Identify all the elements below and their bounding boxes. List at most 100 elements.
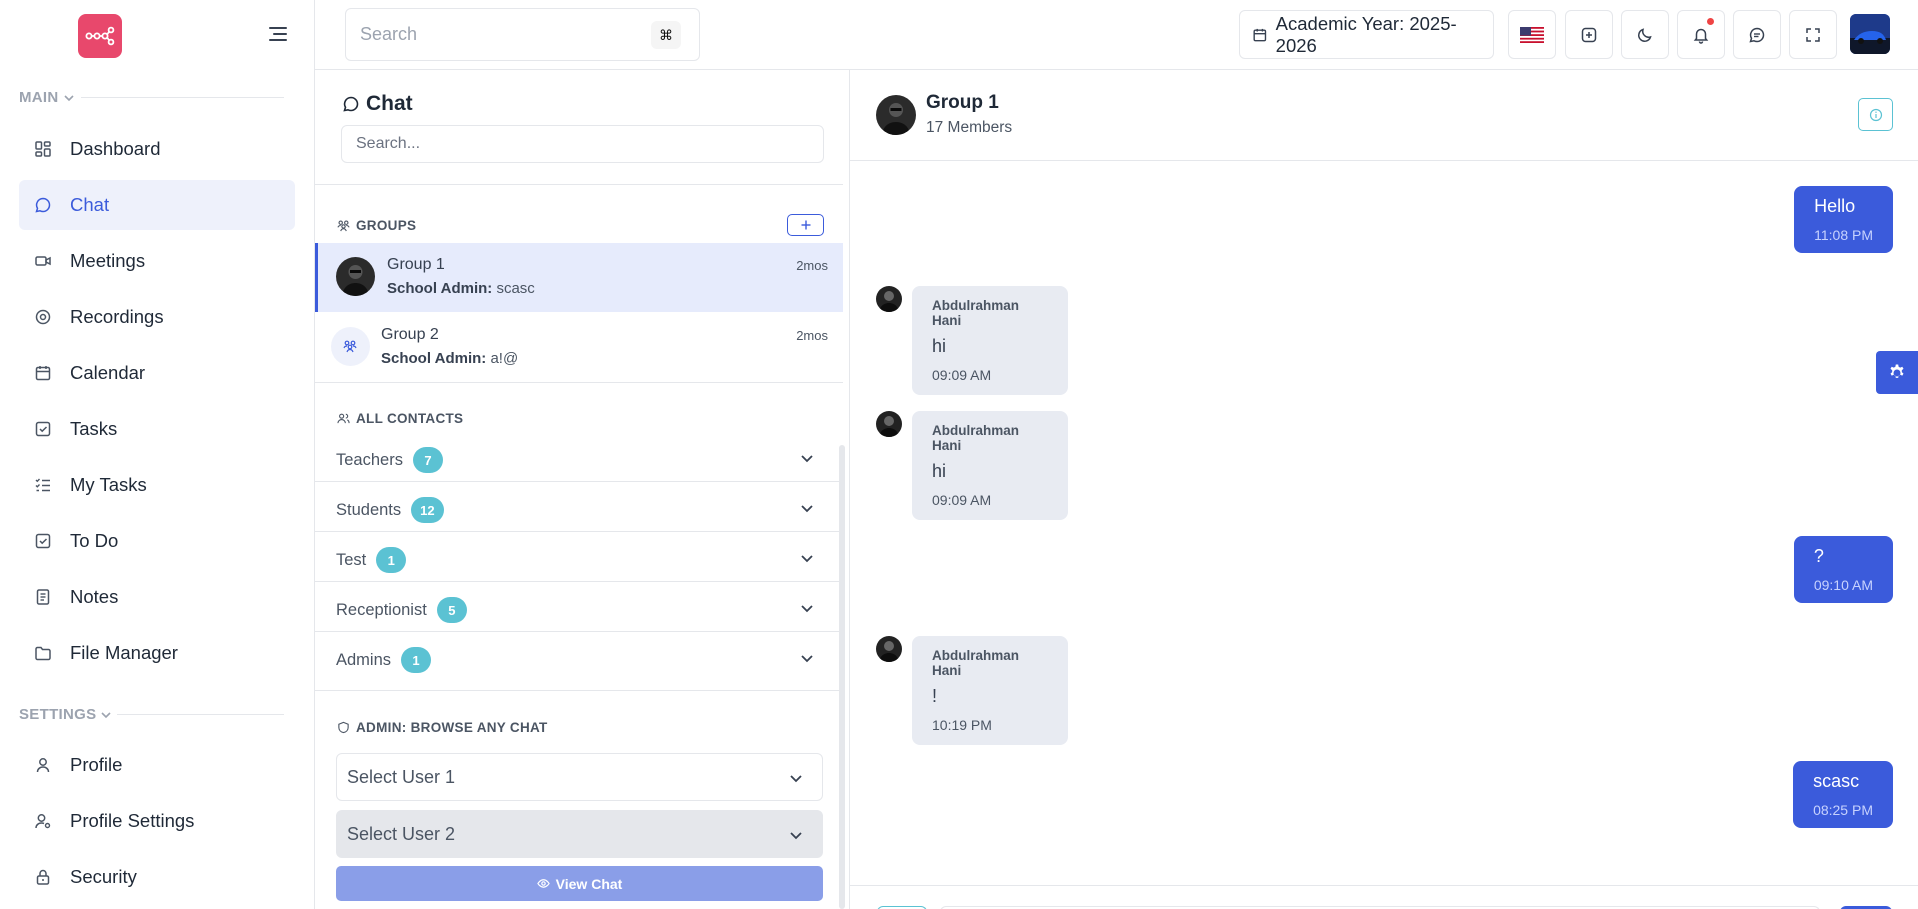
notifications-button[interactable]	[1677, 10, 1725, 59]
admin-browse-heading: ADMIN: BROWSE ANY CHAT	[337, 720, 548, 735]
settings-float-button[interactable]	[1876, 351, 1918, 394]
contact-group-name: Admins	[336, 650, 392, 669]
sidebar-item-label: File Manager	[70, 642, 178, 663]
bell-icon	[1693, 28, 1709, 44]
section-main-label: MAIN	[19, 89, 59, 106]
group-row-group-2[interactable]: Group 2 School Admin: a!@ 2mos	[315, 313, 843, 382]
conversation-header: Group 1 17 Members	[850, 70, 1918, 161]
academic-year-label: Academic Year: 2025-2026	[1275, 12, 1457, 56]
us-flag-icon	[1520, 26, 1544, 43]
chevron-down-icon	[790, 832, 802, 840]
group-avatar	[331, 327, 370, 366]
gear-icon	[1890, 364, 1904, 378]
sidebar-item-security[interactable]: Security	[19, 852, 295, 902]
count-badge: 12	[411, 497, 444, 523]
sidebar-item-profile[interactable]: Profile	[19, 740, 295, 790]
section-main-header[interactable]: MAIN	[19, 89, 75, 106]
checkbox-icon	[33, 419, 53, 439]
shield-icon	[338, 721, 349, 734]
sidebar-item-label: Meetings	[70, 250, 146, 271]
view-chat-button[interactable]: View Chat	[336, 866, 823, 901]
user-avatar[interactable]	[1850, 14, 1890, 54]
sidebar-item-chat[interactable]: Chat	[19, 180, 295, 230]
message-time: 08:25 PM	[1813, 802, 1873, 818]
academic-year-button[interactable]: Academic Year: 2025-2026	[1239, 10, 1494, 59]
section-settings-header[interactable]: SETTINGS	[19, 706, 112, 723]
sidebar-item-file-manager[interactable]: File Manager	[19, 628, 295, 678]
sidebar-item-label: Profile	[70, 754, 123, 775]
message-time: 09:09 AM	[932, 367, 992, 383]
list-check-icon	[33, 475, 53, 495]
menu-toggle-icon[interactable]	[268, 24, 288, 44]
chat-search-input[interactable]	[341, 125, 824, 163]
global-search[interactable]: ⌘	[345, 8, 700, 61]
chevron-down-icon	[801, 455, 813, 463]
notes-icon	[33, 587, 53, 607]
group-name: Group 2	[381, 326, 439, 343]
select-user-2-value: Select User 2	[347, 823, 456, 844]
chat-list-scrollbar[interactable]	[839, 445, 845, 909]
contact-group-name: Test	[336, 550, 367, 569]
message-text: hi	[932, 336, 947, 356]
message-icon	[1749, 27, 1765, 42]
group-avatar	[336, 257, 375, 296]
chevron-down-icon	[101, 711, 111, 718]
sidebar-item-recordings[interactable]: Recordings	[19, 292, 295, 342]
add-button[interactable]	[1565, 10, 1613, 59]
logo-nodes-icon	[85, 26, 115, 46]
language-button[interactable]	[1508, 10, 1556, 59]
dark-mode-toggle[interactable]	[1621, 10, 1669, 59]
chevron-down-icon	[790, 775, 802, 783]
topbar: ⌘ Academic Year: 2025-2026	[315, 0, 1918, 70]
sidebar-item-calendar[interactable]: Calendar	[19, 348, 295, 398]
app-logo[interactable]	[78, 14, 122, 58]
group-last-text: a!@	[490, 350, 519, 367]
group-row-group-1[interactable]: Group 1 School Admin: scasc 2mos	[315, 243, 843, 312]
chevron-down-icon	[801, 505, 813, 513]
sender-avatar	[876, 636, 902, 662]
group-last-text: scasc	[496, 280, 535, 297]
users-icon	[337, 413, 350, 424]
contact-group-name: Receptionist	[336, 600, 427, 619]
contact-group-label: Teachers 7	[336, 447, 443, 473]
user-icon	[33, 755, 53, 775]
sidebar-item-label: Security	[70, 866, 137, 887]
contact-group-teachers[interactable]: Teachers 7	[315, 433, 843, 482]
section-divider	[117, 714, 284, 715]
moon-icon	[1638, 27, 1652, 42]
contact-group-test[interactable]: Test 1	[315, 533, 843, 582]
sidebar-item-profile-settings[interactable]: Profile Settings	[19, 796, 295, 846]
sidebar-item-to-do[interactable]: To Do	[19, 516, 295, 566]
checkbox-icon	[33, 531, 53, 551]
contact-group-students[interactable]: Students 12	[315, 483, 843, 532]
group-time: 2mos	[796, 328, 828, 343]
sidebar-item-notes[interactable]: Notes	[19, 572, 295, 622]
sidebar-item-label: Profile Settings	[70, 810, 195, 831]
chat-icon	[343, 96, 359, 112]
contact-group-receptionist[interactable]: Receptionist 5	[315, 583, 843, 632]
group-name: Group 1	[387, 256, 445, 273]
sidebar-item-dashboard[interactable]: Dashboard	[19, 124, 295, 174]
select-user-2[interactable]: Select User 2	[336, 810, 823, 858]
sidebar-item-label: Chat	[70, 194, 110, 215]
chevron-down-icon	[801, 605, 813, 613]
select-user-1[interactable]: Select User 1	[336, 753, 823, 801]
sidebar-item-tasks[interactable]: Tasks	[19, 404, 295, 454]
message-sender: Abdulrahman Hani	[932, 648, 1020, 678]
message-time: 09:09 AM	[932, 492, 992, 508]
chevron-down-icon	[801, 655, 813, 663]
fullscreen-button[interactable]	[1789, 10, 1837, 59]
sidebar-item-my-tasks[interactable]: My Tasks	[19, 460, 295, 510]
messages-button[interactable]	[1733, 10, 1781, 59]
video-icon	[33, 251, 53, 271]
sidebar-item-meetings[interactable]: Meetings	[19, 236, 295, 286]
contacts-heading-text: ALL CONTACTS	[356, 411, 464, 426]
contact-group-admins[interactable]: Admins 1	[315, 633, 843, 682]
global-search-input[interactable]	[360, 24, 640, 45]
add-group-button[interactable]	[787, 214, 824, 236]
conversation-panel: Group 1 17 Members Hello 11:08 PM Abdulr…	[850, 70, 1918, 909]
chat-icon	[33, 195, 53, 215]
fullscreen-icon	[1806, 27, 1820, 42]
chevron-down-icon	[63, 94, 74, 101]
conversation-info-button[interactable]	[1858, 98, 1893, 131]
